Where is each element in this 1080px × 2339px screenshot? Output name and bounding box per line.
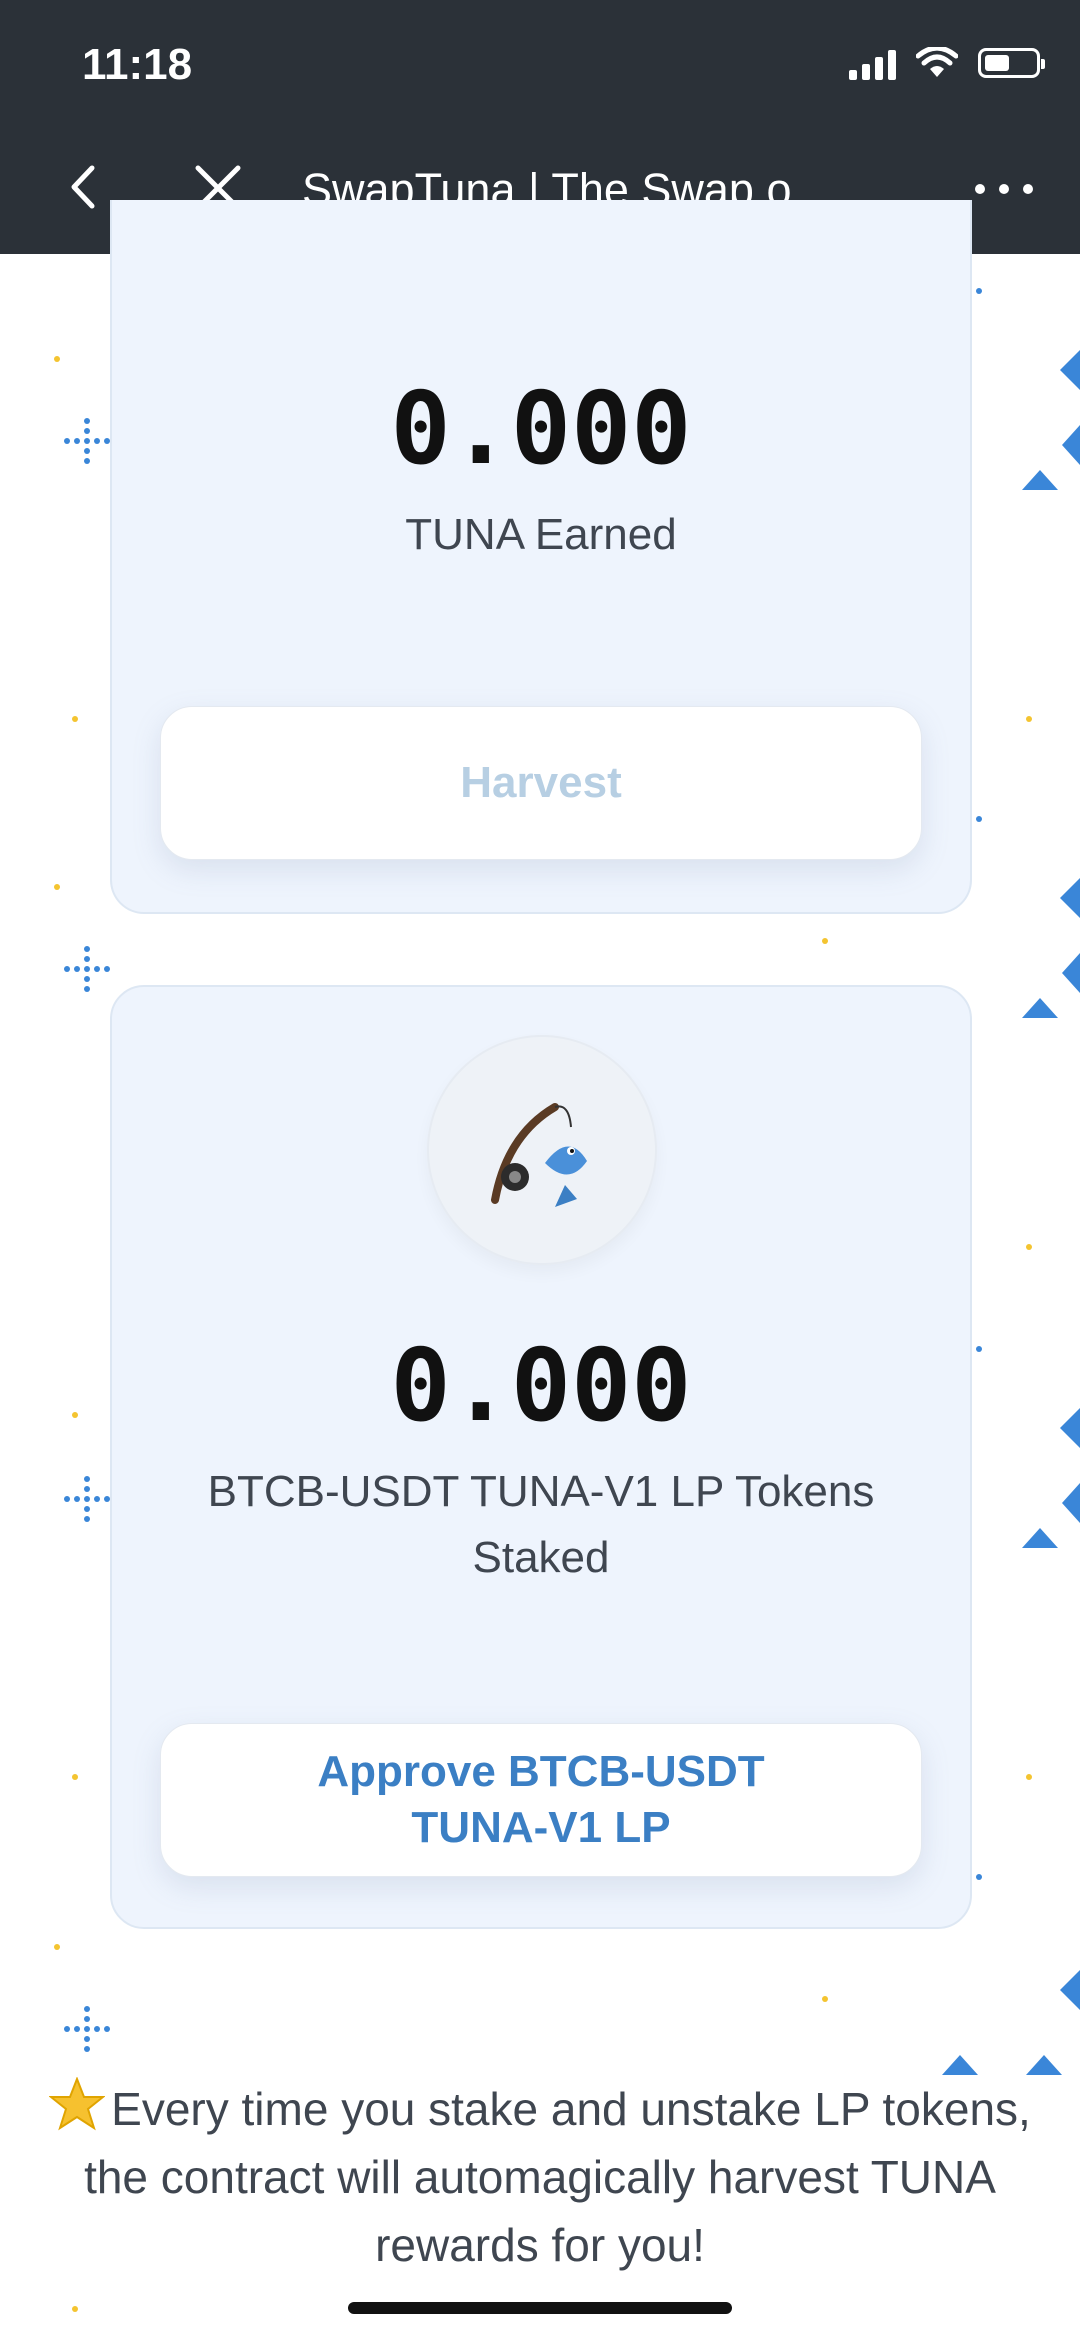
staked-label-line2: Staked: [472, 1533, 610, 1582]
harvest-note-line3: rewards for you!: [375, 2219, 705, 2271]
decor-dot: [72, 2306, 78, 2312]
decor-dot: [1026, 1244, 1032, 1250]
harvest-button[interactable]: Harvest: [160, 706, 922, 860]
sparkle-icon: [64, 1476, 110, 1522]
star-icon: [49, 2077, 106, 2131]
staked-amount: 0.000: [390, 1327, 692, 1444]
decor-dot: [72, 716, 78, 722]
decor-dot: [976, 816, 982, 822]
cellular-signal-icon: [849, 46, 896, 80]
home-indicator[interactable]: [348, 2302, 732, 2314]
staked-label-line1: BTCB-USDT TUNA-V1 LP Tokens: [207, 1467, 875, 1516]
approve-label-line2: TUNA-V1 LP: [411, 1803, 671, 1852]
triangle-pattern-icon: [1022, 1408, 1080, 1548]
decor-dot: [1026, 1774, 1032, 1780]
decor-dot: [976, 1346, 982, 1352]
approve-button[interactable]: Approve BTCB-USDT TUNA-V1 LP: [160, 1723, 922, 1877]
decor-dot: [1026, 716, 1032, 722]
back-icon[interactable]: [60, 162, 110, 212]
sparkle-icon: [64, 418, 110, 464]
triangle-pattern-icon: [1022, 350, 1080, 490]
harvest-note-line1: Every time you stake and unstake LP toke…: [111, 2083, 1031, 2135]
decor-dot: [976, 1874, 982, 1880]
decor-dot: [822, 1996, 828, 2002]
earned-amount: 0.000: [390, 370, 692, 487]
triangle-pattern-icon: [1022, 878, 1080, 1018]
status-time: 11:18: [82, 40, 193, 89]
farm-icon-circle: [427, 1035, 657, 1265]
decor-dot: [822, 938, 828, 944]
harvest-note-line2: the contract will automagically harvest …: [84, 2151, 996, 2203]
decor-dot: [54, 356, 60, 362]
earned-label: TUNA Earned: [405, 510, 677, 559]
fishing-rod-fish-icon: [491, 1103, 587, 1207]
sparkle-icon: [64, 946, 110, 992]
decor-dot: [72, 1412, 78, 1418]
status-icons: [849, 46, 1045, 80]
staked-card: 0.000 BTCB-USDT TUNA-V1 LP Tokens Staked…: [110, 985, 972, 1929]
decor-dot: [976, 288, 982, 294]
triangle-pattern-icon: [942, 1970, 1080, 2075]
battery-icon: [978, 48, 1045, 78]
sparkle-icon: [64, 2006, 110, 2052]
more-icon[interactable]: [968, 164, 1040, 214]
approve-label-line1: Approve BTCB-USDT: [317, 1747, 765, 1796]
wifi-icon: [916, 47, 958, 77]
earned-card: 0.000 TUNA Earned Harvest: [110, 200, 972, 914]
harvest-note: Every time you stake and unstake LP toke…: [20, 2075, 1060, 2279]
decor-dot: [54, 1944, 60, 1950]
decor-dot: [54, 884, 60, 890]
decor-dot: [72, 1774, 78, 1780]
